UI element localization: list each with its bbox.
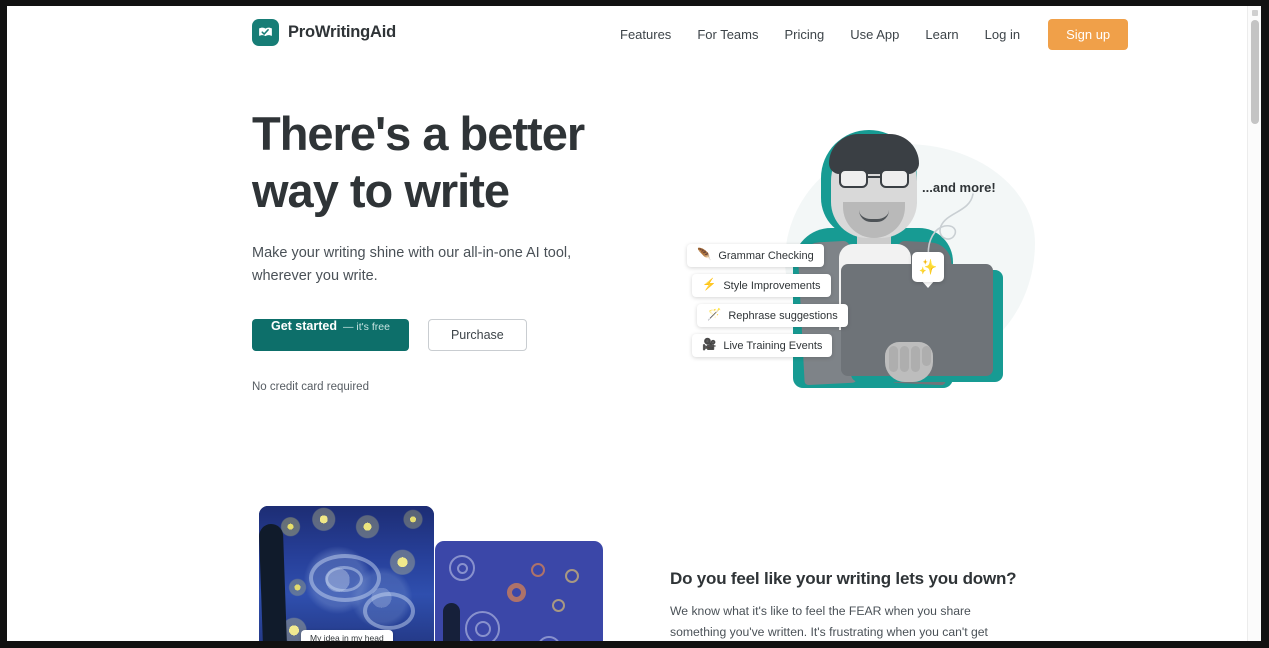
- page-title: There's a better way to write: [252, 106, 652, 220]
- finger: [911, 346, 920, 372]
- section-title: Do you feel like your writing lets you d…: [670, 569, 1017, 588]
- hero-illustration: ...and more! ✨ 🪶 Grammar Checking ⚡ Styl…: [667, 104, 1037, 404]
- section-body: We know what it's like to feel the FEAR …: [670, 604, 988, 639]
- doodle-swirl: [475, 621, 491, 637]
- sky-swirl: [363, 592, 415, 630]
- hero-subtitle: Make your writing shine with our all-in-…: [252, 244, 572, 285]
- feature-pill-live-training-events: 🎥 Live Training Events: [692, 334, 833, 357]
- hero-cta-row: Get started — it's free Purchase: [252, 318, 652, 351]
- nav-link-for-teams[interactable]: For Teams: [684, 20, 771, 49]
- video-camera-icon: 🎥: [702, 338, 717, 351]
- magic-wand-icon: 🪄: [707, 308, 722, 321]
- blue-doodle-card: [435, 541, 603, 641]
- idea-label: My idea in my head: [301, 630, 393, 641]
- scrollbar-up-arrow[interactable]: [1252, 10, 1258, 16]
- cypress-tree: [443, 603, 460, 641]
- get-started-label: Get started: [271, 318, 337, 333]
- sparkles-icon: ✨: [912, 252, 944, 282]
- brand-name: ProWritingAid: [288, 23, 397, 41]
- feature-pill-label: Live Training Events: [723, 339, 823, 352]
- scrollbar-thumb[interactable]: [1251, 20, 1259, 124]
- browser-frame: ProWritingAid Features For Teams Pricing…: [0, 0, 1269, 648]
- glasses-lens-right: [880, 169, 909, 188]
- browser-viewport: ProWritingAid Features For Teams Pricing…: [7, 6, 1261, 641]
- nav-link-pricing[interactable]: Pricing: [771, 20, 837, 49]
- sky-swirl: [325, 566, 363, 592]
- purchase-button[interactable]: Purchase: [427, 318, 527, 351]
- get-started-note: — it's free: [343, 320, 390, 333]
- section-writing-lets-you-down: Do you feel like your writing lets you d…: [670, 569, 1020, 641]
- glasses-icon: [839, 169, 909, 188]
- cypress-tree: [259, 523, 288, 641]
- feature-pill-grammar-checking: 🪶 Grammar Checking: [687, 244, 824, 267]
- doodle-swirl: [507, 583, 526, 602]
- finger: [889, 346, 898, 372]
- glasses-bridge: [868, 176, 880, 179]
- doodle-swirl: [552, 599, 565, 612]
- nav-link-use-app[interactable]: Use App: [837, 20, 912, 49]
- starry-night-card: My idea in my head: [259, 506, 434, 641]
- nav-link-features[interactable]: Features: [607, 20, 684, 49]
- feature-pill-label: Style Improvements: [723, 279, 821, 292]
- nav-link-log-in[interactable]: Log in: [972, 20, 1033, 49]
- site-header: ProWritingAid Features For Teams Pricing…: [7, 6, 1247, 62]
- hand: [885, 342, 933, 382]
- doodle-swirl: [565, 569, 579, 583]
- sign-up-button[interactable]: Sign up: [1048, 19, 1129, 50]
- page-content: ProWritingAid Features For Teams Pricing…: [7, 6, 1247, 641]
- nav-link-learn[interactable]: Learn: [912, 20, 971, 49]
- doodle-swirl: [531, 563, 545, 577]
- hero-section: There's a better way to write Make your …: [252, 106, 652, 393]
- feather-pen-icon: 🪶: [697, 248, 712, 261]
- get-started-button[interactable]: Get started — it's free: [252, 318, 409, 351]
- doodle-swirl: [537, 636, 561, 641]
- feature-pill-rephrase-suggestions: 🪄 Rephrase suggestions: [697, 304, 848, 327]
- no-credit-card-note: No credit card required: [252, 380, 369, 393]
- finger: [900, 346, 909, 372]
- hero-title-line-2: way to write: [252, 163, 510, 217]
- feature-pill-label: Grammar Checking: [718, 249, 814, 262]
- feature-pill-style-improvements: ⚡ Style Improvements: [692, 274, 831, 297]
- doodle-swirl: [457, 563, 468, 574]
- hero-title-line-1: There's a better: [252, 107, 585, 160]
- main-navigation: Features For Teams Pricing Use App Learn…: [607, 19, 1129, 50]
- brand-logo[interactable]: ProWritingAid: [252, 19, 396, 46]
- feature-pill-label: Rephrase suggestions: [728, 309, 838, 322]
- book-check-icon: [252, 19, 279, 46]
- scrollbar[interactable]: [1247, 6, 1261, 641]
- and-more-label: ...and more!: [922, 180, 996, 195]
- hair: [829, 134, 919, 174]
- glasses-lens-left: [839, 169, 868, 188]
- lightning-bolt-icon: ⚡: [702, 278, 717, 291]
- finger: [922, 346, 931, 366]
